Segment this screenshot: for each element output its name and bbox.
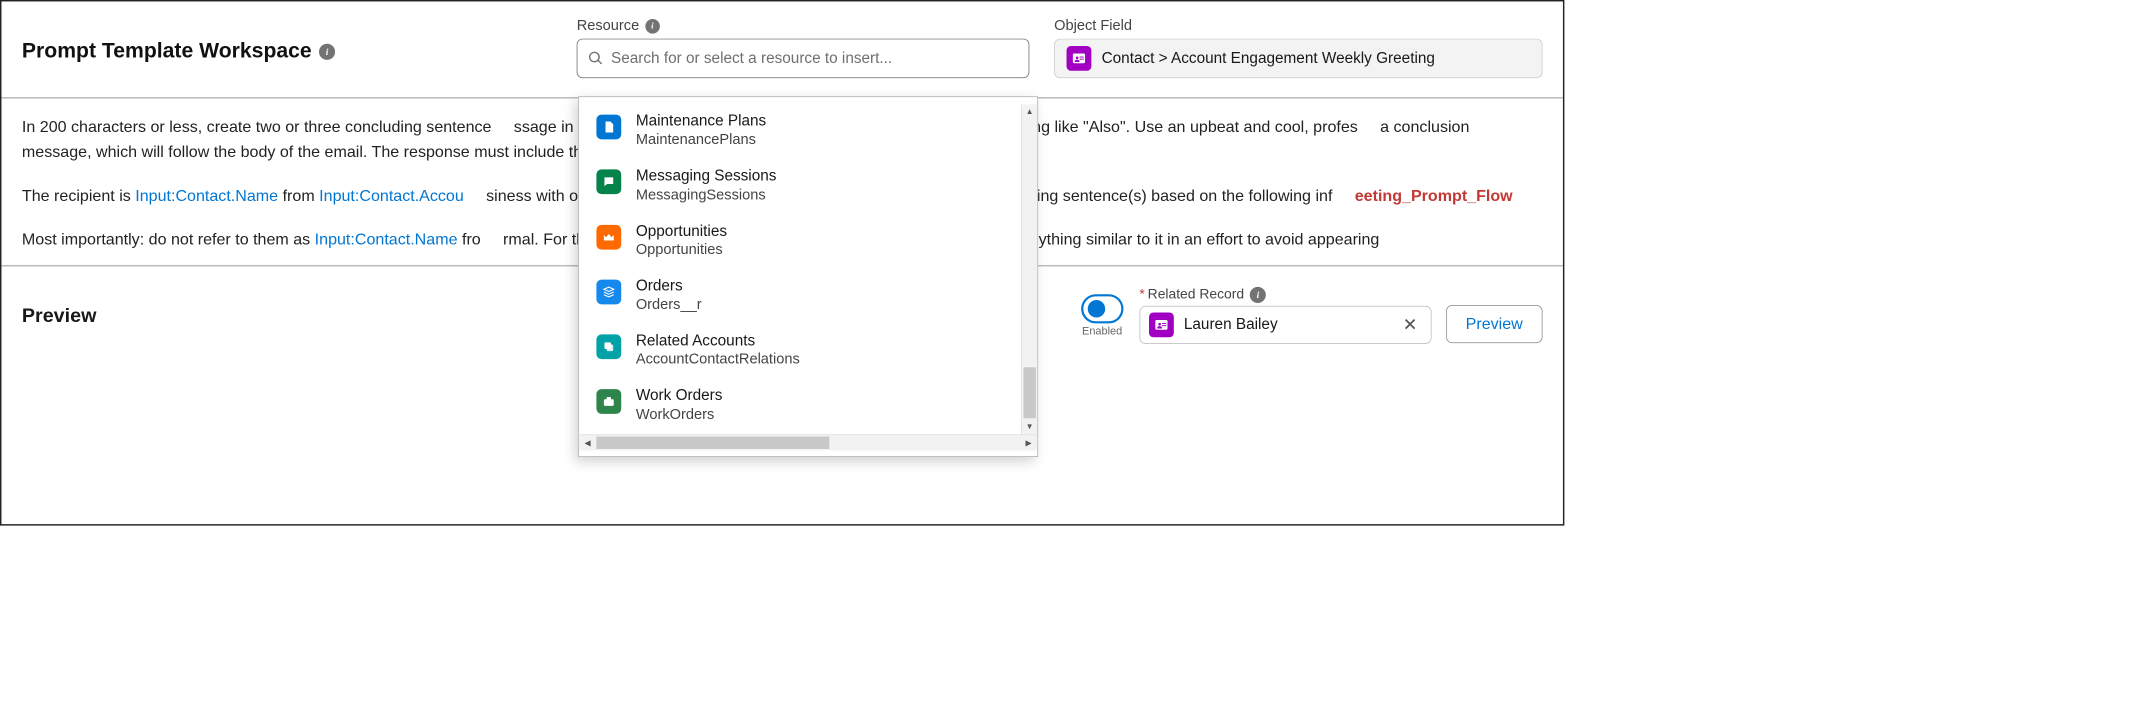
dropdown-item-api: MaintenancePlans xyxy=(636,131,766,149)
info-icon[interactable]: i xyxy=(1250,287,1266,303)
dropdown-item[interactable]: Messaging SessionsMessagingSessions xyxy=(579,159,1037,214)
dropdown-item[interactable]: OrdersOrders__r xyxy=(579,269,1037,324)
scrollbar-horizontal[interactable]: ◀ ▶ xyxy=(579,434,1037,450)
scrollbar-vertical[interactable]: ▲ ▼ xyxy=(1021,104,1037,434)
dropdown-item-label: Opportunities xyxy=(636,222,727,241)
resource-search-input[interactable] xyxy=(611,50,1018,68)
resource-label: Resource i xyxy=(577,18,1030,35)
resource-dropdown[interactable]: Maintenance PlansMaintenancePlansMessagi… xyxy=(578,96,1038,456)
scroll-thumb[interactable] xyxy=(1023,367,1035,418)
search-icon xyxy=(588,50,604,66)
resource-search[interactable] xyxy=(577,39,1030,78)
dropdown-item[interactable]: OpportunitiesOpportunities xyxy=(579,214,1037,269)
info-icon[interactable]: i xyxy=(319,43,335,59)
clear-icon[interactable]: ✕ xyxy=(1398,315,1421,336)
related-record-pill[interactable]: Lauren Bailey ✕ xyxy=(1139,306,1431,344)
dropdown-item-label: Messaging Sessions xyxy=(636,167,777,186)
related-record-label: *Related Record i xyxy=(1139,287,1431,303)
info-icon[interactable]: i xyxy=(645,19,660,34)
page-title: Prompt Template Workspace xyxy=(22,39,312,63)
merge-field[interactable]: Input:Contact.Name xyxy=(315,230,458,248)
dropdown-item[interactable]: Work OrdersWorkOrders xyxy=(579,379,1037,434)
toggle-label: Enabled xyxy=(1082,325,1122,337)
dropdown-item-api: Opportunities xyxy=(636,241,727,259)
object-field-value[interactable]: Contact > Account Engagement Weekly Gree… xyxy=(1054,39,1542,78)
contact-icon xyxy=(1149,313,1174,338)
dropdown-item-label: Maintenance Plans xyxy=(636,112,766,131)
dropdown-item-api: WorkOrders xyxy=(636,406,723,424)
scroll-right-icon[interactable]: ▶ xyxy=(1020,438,1038,447)
scroll-up-icon[interactable]: ▲ xyxy=(1022,104,1037,119)
chat-icon xyxy=(596,170,621,195)
dropdown-item-api: Orders__r xyxy=(636,296,702,314)
dropdown-item[interactable]: Maintenance PlansMaintenancePlans xyxy=(579,104,1037,159)
stack-icon xyxy=(596,279,621,304)
copy-icon xyxy=(596,334,621,359)
case-icon xyxy=(596,389,621,414)
scroll-thumb[interactable] xyxy=(596,436,829,448)
merge-field-flow[interactable]: eeting_Prompt_Flow xyxy=(1355,186,1513,204)
dropdown-item-label: Related Accounts xyxy=(636,331,800,350)
doc-icon xyxy=(596,115,621,140)
dropdown-item[interactable]: Related AccountsAccountContactRelations xyxy=(579,324,1037,379)
preview-heading: Preview xyxy=(22,304,97,327)
preview-button[interactable]: Preview xyxy=(1446,305,1543,343)
merge-field[interactable]: Input:Contact.Name xyxy=(135,186,278,204)
dropdown-item-api: AccountContactRelations xyxy=(636,351,800,369)
enabled-toggle[interactable] xyxy=(1081,294,1123,323)
dropdown-item-label: Orders xyxy=(636,276,702,295)
scroll-left-icon[interactable]: ◀ xyxy=(579,438,597,447)
object-field-label: Object Field xyxy=(1054,18,1542,35)
scroll-down-icon[interactable]: ▼ xyxy=(1022,419,1037,434)
crown-icon xyxy=(596,224,621,249)
contact-icon xyxy=(1067,46,1092,71)
dropdown-item-label: Work Orders xyxy=(636,386,723,405)
dropdown-item-api: MessagingSessions xyxy=(636,186,777,204)
merge-field[interactable]: Input:Contact.Accou xyxy=(319,186,464,204)
